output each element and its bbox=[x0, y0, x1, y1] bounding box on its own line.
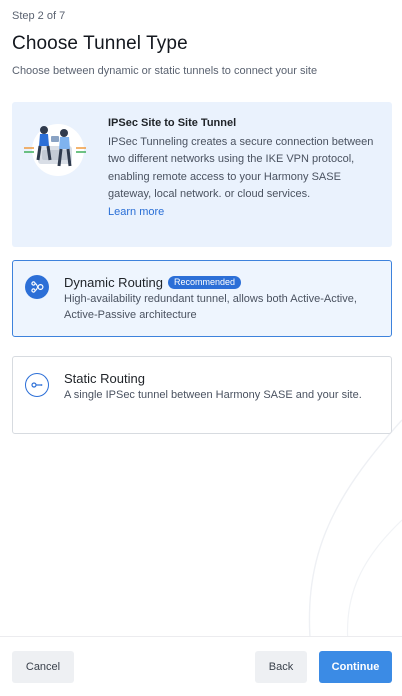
dynamic-routing-description: High-availability redundant tunnel, allo… bbox=[64, 293, 357, 321]
back-button[interactable]: Back bbox=[255, 651, 307, 683]
dynamic-routing-icon bbox=[25, 275, 49, 299]
static-routing-icon bbox=[25, 373, 49, 397]
learn-more-link[interactable]: Learn more bbox=[108, 206, 164, 218]
wizard-footer: Cancel Back Continue bbox=[0, 636, 402, 696]
continue-button[interactable]: Continue bbox=[319, 651, 392, 683]
recommended-badge: Recommended bbox=[168, 276, 242, 289]
option-title: Dynamic Routing Recommended bbox=[64, 275, 242, 290]
cancel-button[interactable]: Cancel bbox=[12, 651, 74, 683]
page-subtitle: Choose between dynamic or static tunnels… bbox=[12, 65, 318, 77]
page-title: Choose Tunnel Type bbox=[12, 33, 188, 54]
info-card-description: IPSec Tunneling creates a secure connect… bbox=[108, 136, 374, 201]
static-routing-option[interactable]: Static Routing A single IPSec tunnel bet… bbox=[12, 356, 392, 434]
info-card-title: IPSec Site to Site Tunnel bbox=[108, 117, 237, 129]
static-routing-title: Static Routing bbox=[64, 371, 145, 386]
info-card: IPSec Site to Site Tunnel IPSec Tunnelin… bbox=[12, 102, 392, 247]
static-routing-description: A single IPSec tunnel between Harmony SA… bbox=[64, 389, 362, 401]
people-at-gateway-illustration bbox=[24, 124, 86, 176]
dynamic-routing-option[interactable]: Dynamic Routing Recommended High-availabi… bbox=[12, 260, 392, 337]
dynamic-routing-title: Dynamic Routing bbox=[64, 275, 163, 290]
info-card-body: IPSec Tunneling creates a secure connect… bbox=[108, 134, 382, 221]
step-indicator: Step 2 of 7 bbox=[12, 10, 66, 22]
